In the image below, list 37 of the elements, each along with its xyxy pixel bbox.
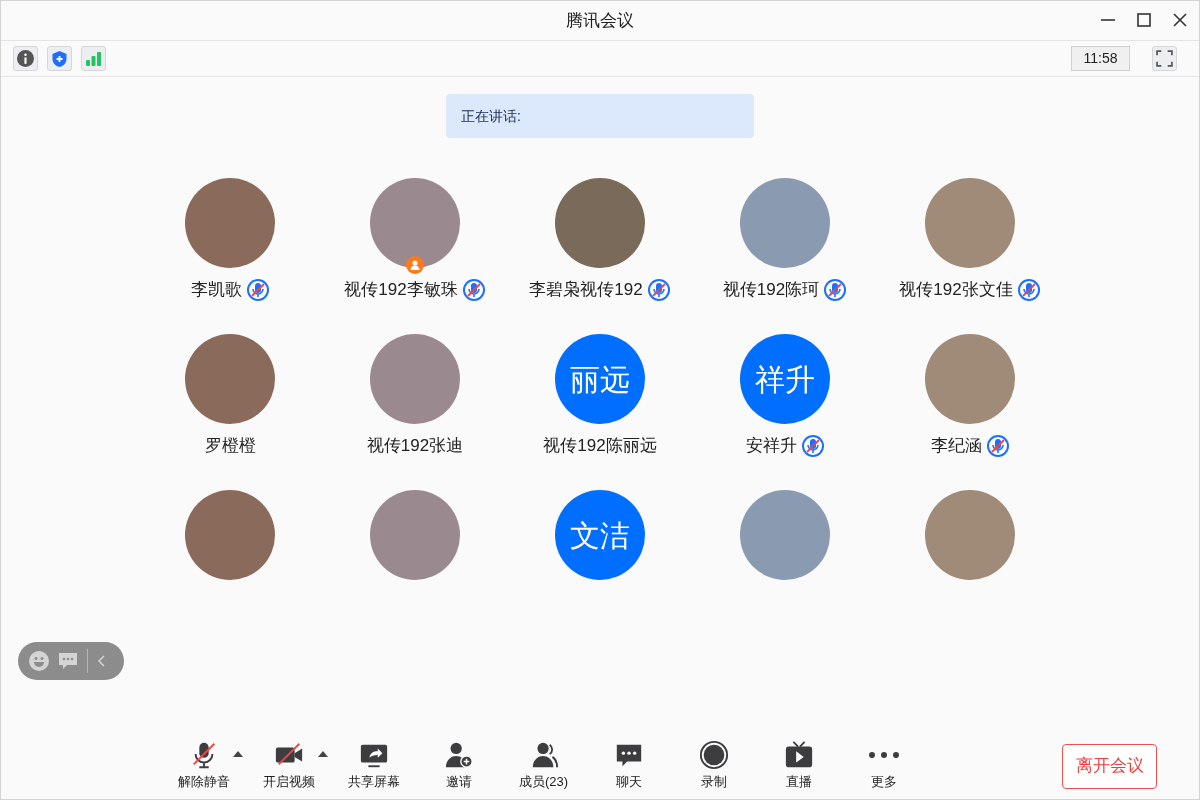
participant-name: 视传192张迪 [366,435,464,458]
caret-icon[interactable] [232,750,244,759]
info-icon [17,50,34,67]
participant-name: 视传192陈珂 [722,279,820,302]
participant-name: 视传192陈丽远 [543,435,657,458]
fullscreen-button[interactable] [1152,46,1177,71]
toolbar-button[interactable]: 共享屏幕 [331,740,416,792]
record-icon [698,740,729,771]
speaking-label: 正在讲话: [461,106,521,126]
signal-icon [85,51,102,66]
toolbar-button[interactable]: 录制 [671,740,756,792]
toolbar-button[interactable]: 开启视频 [246,740,331,792]
add-person-icon [443,740,474,771]
window-title: 腾讯会议 [566,10,634,30]
security-button[interactable] [47,46,72,71]
toolbar-button[interactable]: 直播 [756,740,841,792]
info-button[interactable] [13,46,38,71]
toolbar-button[interactable]: 更多 [841,740,926,792]
participant-name: 李纪涵 [930,435,982,458]
leave-meeting-button[interactable]: 离开会议 [1062,743,1157,789]
clock-display: 11:58 [1071,46,1130,71]
toolbar-button[interactable]: 聊天 [586,740,671,792]
initials-avatar: 祥升 [740,334,830,424]
toolbar-button[interactable]: 成员(23) [501,740,586,792]
caret-icon[interactable] [317,750,329,759]
participant-name: 视传192李敏珠 [344,279,458,302]
toolbar-button[interactable]: 邀请 [416,740,501,792]
shield-icon [51,49,68,68]
participant-name: 李碧枭视传192 [529,279,643,302]
participant-name: 李凯歌 [190,279,242,302]
participant-name: 罗橙橙 [204,435,256,458]
more-icon [868,752,899,759]
participant-name: 视传192张文佳 [899,279,1013,302]
initials-avatar: 文洁 [555,490,645,580]
initials-avatar: 丽远 [555,334,645,424]
participant-name: 安祥升 [745,435,797,458]
fullscreen-icon [1156,50,1173,67]
